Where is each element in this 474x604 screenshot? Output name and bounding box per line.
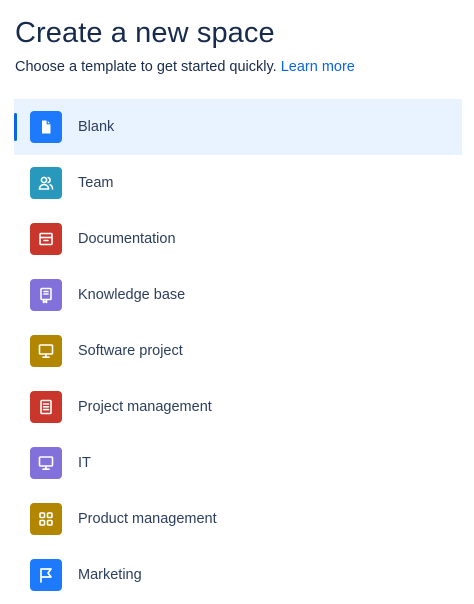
template-item-software-project[interactable]: Software project: [14, 323, 462, 379]
template-item-label: Blank: [78, 119, 115, 135]
template-item-team[interactable]: Team: [14, 155, 462, 211]
blank-page-icon: [30, 111, 62, 143]
grid-icon: [30, 503, 62, 535]
learn-more-link[interactable]: Learn more: [281, 59, 355, 75]
page-title: Create a new space: [15, 17, 275, 49]
template-item-project-management[interactable]: Project management: [14, 379, 462, 435]
template-item-knowledge-base[interactable]: Knowledge base: [14, 267, 462, 323]
monitor-icon: [30, 447, 62, 479]
flag-icon: [30, 559, 62, 591]
template-item-marketing[interactable]: Marketing: [14, 547, 462, 603]
subtitle-text: Choose a template to get started quickly…: [15, 59, 277, 75]
template-item-label: Documentation: [78, 231, 176, 247]
archive-icon: [30, 223, 62, 255]
template-item-documentation[interactable]: Documentation: [14, 211, 462, 267]
template-item-label: Knowledge base: [78, 287, 186, 303]
template-item-product-management[interactable]: Product management: [14, 491, 462, 547]
selected-indicator: [14, 113, 17, 141]
template-list: Blank Team Documentation Knowledge base …: [14, 99, 462, 603]
template-item-label: Project management: [78, 399, 212, 415]
template-item-label: Product management: [78, 511, 217, 527]
template-item-label: IT: [78, 455, 91, 471]
monitor-icon: [30, 335, 62, 367]
template-item-blank[interactable]: Blank: [14, 99, 462, 155]
template-item-label: Software project: [78, 343, 183, 359]
document-list-icon: [30, 391, 62, 423]
template-item-it[interactable]: IT: [14, 435, 462, 491]
people-icon: [30, 167, 62, 199]
book-icon: [30, 279, 62, 311]
template-item-label: Team: [78, 175, 114, 191]
page-subtitle: Choose a template to get started quickly…: [15, 57, 355, 77]
template-item-label: Marketing: [78, 567, 142, 583]
